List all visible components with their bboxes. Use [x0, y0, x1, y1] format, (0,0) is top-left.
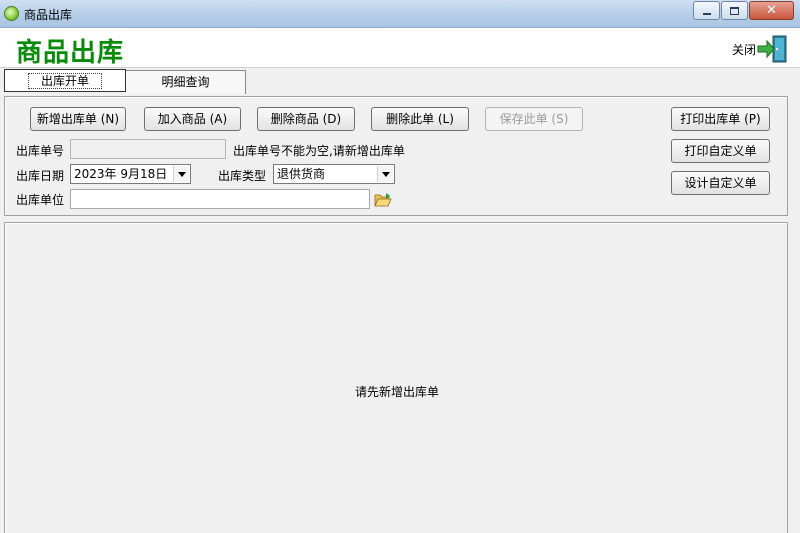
date-label: 出库日期 [16, 169, 65, 183]
date-value: 2023年 9月18日 [74, 167, 168, 181]
maximize-button[interactable] [721, 1, 748, 20]
dropdown-arrow-icon[interactable] [377, 166, 393, 182]
empty-message: 请先新增出库单 [354, 385, 439, 399]
print-order-button[interactable]: 打印出库单 (P) [671, 107, 770, 131]
type-label: 出库类型 [218, 169, 267, 183]
exit-door-icon[interactable] [756, 34, 788, 64]
tab-detail-query[interactable]: 明细查询 [126, 70, 246, 94]
page-header: 商品出库 关闭 [0, 28, 800, 68]
delete-product-button[interactable]: 删除商品 (D) [257, 107, 355, 131]
order-no-input[interactable] [70, 139, 226, 159]
dropdown-arrow-icon[interactable] [173, 166, 189, 182]
delete-order-button[interactable]: 删除此单 (L) [371, 107, 469, 131]
print-custom-button[interactable]: 打印自定义单 [671, 139, 770, 163]
unit-label: 出库单位 [16, 193, 65, 207]
unit-input[interactable] [70, 189, 370, 209]
page-title: 商品出库 [16, 38, 125, 68]
maximize-icon [730, 6, 739, 15]
order-no-hint: 出库单号不能为空,请新增出库单 [233, 144, 405, 158]
add-product-button[interactable]: 加入商品 (A) [144, 107, 241, 131]
close-icon: ✕ [766, 3, 777, 18]
window-controls: ✕ [692, 1, 794, 20]
order-no-label: 出库单号 [16, 144, 65, 158]
window-title: 商品出库 [24, 8, 73, 22]
minimize-icon [702, 12, 711, 15]
folder-open-icon[interactable] [374, 192, 392, 208]
window-titlebar: 商品出库 ✕ [0, 0, 800, 28]
tab-label: 出库开单 [27, 73, 102, 89]
new-order-button[interactable]: 新增出库单 (N) [30, 107, 126, 131]
tab-label: 明细查询 [161, 75, 210, 89]
tab-checkout-order[interactable]: 出库开单 [4, 69, 126, 92]
minimize-button[interactable] [693, 1, 720, 20]
design-custom-button[interactable]: 设计自定义单 [671, 171, 770, 195]
type-select[interactable]: 退供货商 [273, 164, 395, 184]
type-value: 退供货商 [277, 167, 326, 181]
close-link[interactable]: 关闭 [732, 41, 756, 58]
app-icon [4, 6, 19, 21]
close-window-button[interactable]: ✕ [749, 1, 794, 20]
date-picker[interactable]: 2023年 9月18日 [70, 164, 191, 184]
save-order-button[interactable]: 保存此单 (S) [485, 107, 583, 131]
order-detail-area: 请先新增出库单 [4, 222, 788, 533]
